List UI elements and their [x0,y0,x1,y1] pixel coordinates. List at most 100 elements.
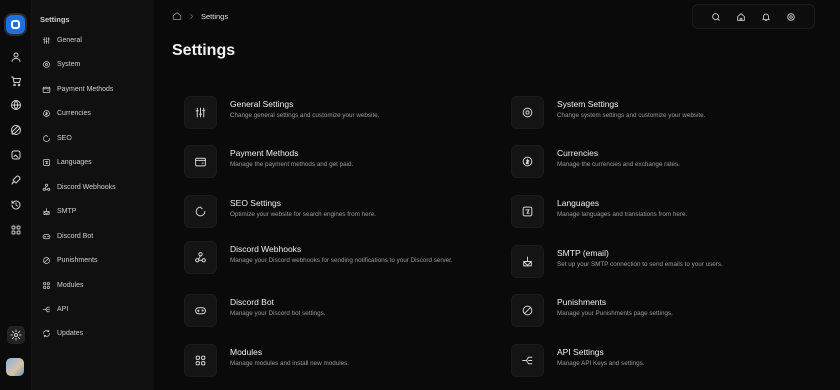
card-title: Payment Methods [230,148,299,158]
card-api-settings[interactable]: API Settings Manage API Keys and setting… [511,342,811,382]
sidebar-item-payment-methods[interactable]: Payment Methods [42,82,113,96]
wallet-icon [184,145,217,178]
api-icon [511,344,544,377]
language-icon [43,158,50,166]
card-seo-settings[interactable]: SEO Settings Optimize your website for s… [184,193,484,233]
rocket-icon[interactable] [7,171,25,189]
card-discord-bot[interactable]: Discord Bot Manage your Discord bot sett… [184,292,484,332]
gamepad-icon [42,233,51,239]
card-discord-webhooks[interactable]: Discord Webhooks Manage your Discord web… [184,239,484,279]
breadcrumb: Settings [172,10,228,22]
card-title: Discord Bot [230,297,274,307]
card-title: Currencies [557,148,599,158]
sidebar-item-label: Payment Methods [57,85,114,93]
grid-icon[interactable] [7,221,25,239]
home-icon[interactable] [172,11,182,21]
mail-icon [511,245,544,278]
sidebar-item-general[interactable]: General [42,33,82,47]
sidebar-item-label: SMTP [57,207,77,215]
sidebar-item-discord-webhooks[interactable]: Discord Webhooks [42,180,116,194]
sidebar-item-label: Updates [57,329,84,337]
language-icon [511,195,544,228]
card-title: Modules [230,347,263,357]
sidebar-item-languages[interactable]: Languages [42,155,92,169]
card-title: SEO Settings [230,198,282,208]
sliders-icon [43,36,50,44]
app-logo[interactable] [6,15,25,34]
sidebar-item-label: SEO [57,134,72,142]
sidebar-item-label: Languages [57,158,92,166]
sidebar-item-api[interactable]: API [42,302,68,316]
sidebar-item-label: Punishments [57,256,98,264]
coin-icon [43,109,50,117]
coin-icon [511,145,544,178]
sidebar-item-label: API [57,305,69,313]
image-icon[interactable] [7,146,25,164]
search-icon[interactable] [709,10,723,24]
sidebar-item-modules[interactable]: Modules [42,278,83,292]
card-description: Set up your SMTP connection to send emai… [557,261,723,268]
user-icon[interactable] [7,48,25,66]
card-smtp-email[interactable]: SMTP (email) Set up your SMTP connection… [511,243,811,283]
cart-icon[interactable] [7,72,25,90]
ban-icon [511,294,544,327]
sidebar-item-updates[interactable]: Updates [42,326,83,340]
sidebar-item-label: System [57,60,81,68]
settings-icon[interactable] [7,326,25,344]
sidebar-item-punishments[interactable]: Punishments [42,253,97,267]
card-title: Languages [557,198,600,208]
edit-icon[interactable] [7,121,25,139]
card-general-settings[interactable]: General Settings Change general settings… [184,94,484,134]
mail-icon [43,207,50,215]
sidebar-item-smtp[interactable]: SMTP [42,204,76,218]
chevron-right-icon [190,13,193,19]
card-description: Manage API Keys and settings. [557,360,645,367]
icon-rail [0,0,32,390]
seo-icon [184,195,217,228]
webhook-icon [42,183,51,191]
page-title: Settings [172,42,236,59]
card-description: Manage the currencies and exchange rates… [557,161,680,168]
ban-icon [43,256,50,264]
gamepad-icon [184,294,217,327]
sidebar-item-label: Discord Webhooks [57,183,116,191]
card-description: Manage your Discord webhooks for sending… [230,257,453,264]
history-icon[interactable] [7,196,25,214]
card-title: General Settings [230,99,294,109]
modules-icon [184,344,217,377]
wallet-icon [42,86,51,93]
sidebar-item-label: Currencies [57,109,91,117]
sidebar-item-system[interactable]: System [42,57,80,71]
card-payment-methods[interactable]: Payment Methods Manage the payment metho… [184,143,484,183]
card-system-settings[interactable]: System Settings Change system settings a… [511,94,811,134]
card-modules[interactable]: Modules Manage modules and install new m… [184,342,484,382]
sidebar-heading: Settings [40,15,70,24]
sliders-icon [184,96,217,129]
sidebar-item-label: Discord Bot [57,232,94,240]
avatar[interactable] [6,358,24,376]
sidebar-item-discord-bot[interactable]: Discord Bot [42,229,93,243]
cog-icon [511,96,544,129]
card-title: System Settings [557,99,619,109]
cog-icon [43,60,50,68]
settings-icon[interactable] [784,10,798,24]
card-description: Optimize your website for search engines… [230,211,376,218]
sidebar-item-currencies[interactable]: Currencies [42,106,91,120]
sidebar-item-seo[interactable]: SEO [42,131,72,145]
card-title: SMTP (email) [557,248,609,258]
bell-icon[interactable] [759,10,773,24]
card-languages[interactable]: Languages Manage languages and translati… [511,193,811,233]
settings-sidebar: Settings General System Payment Methods … [32,0,154,390]
card-description: Manage the payment methods and get paid. [230,161,354,168]
card-title: API Settings [557,347,604,357]
seo-icon [43,134,50,142]
sidebar-item-label: Modules [57,281,84,289]
api-icon [42,306,50,312]
breadcrumb-current: Settings [201,11,229,21]
globe-icon[interactable] [7,96,25,114]
card-description: Manage your Discord bot settings. [230,310,326,317]
card-punishments[interactable]: Punishments Manage your Punishments page… [511,292,811,332]
card-currencies[interactable]: Currencies Manage the currencies and exc… [511,143,811,183]
home-icon[interactable] [734,10,748,24]
main-content: Settings Settings General Settings Chang… [154,0,840,390]
